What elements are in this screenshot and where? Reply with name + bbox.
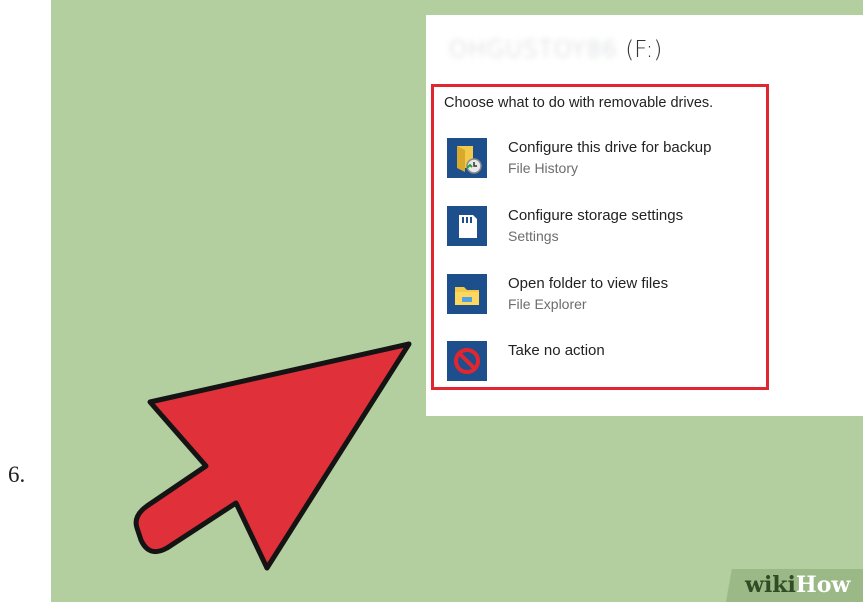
watermark-wiki: wiki xyxy=(745,572,796,598)
pointer-arrow-icon xyxy=(133,341,412,571)
illustration-stage: OHGUSTOY86 (F:) Choose what to do with r… xyxy=(51,0,863,602)
wikihow-watermark: wikiHow xyxy=(713,569,863,602)
step-number: 6. xyxy=(8,462,26,487)
watermark-how: How xyxy=(795,572,851,598)
